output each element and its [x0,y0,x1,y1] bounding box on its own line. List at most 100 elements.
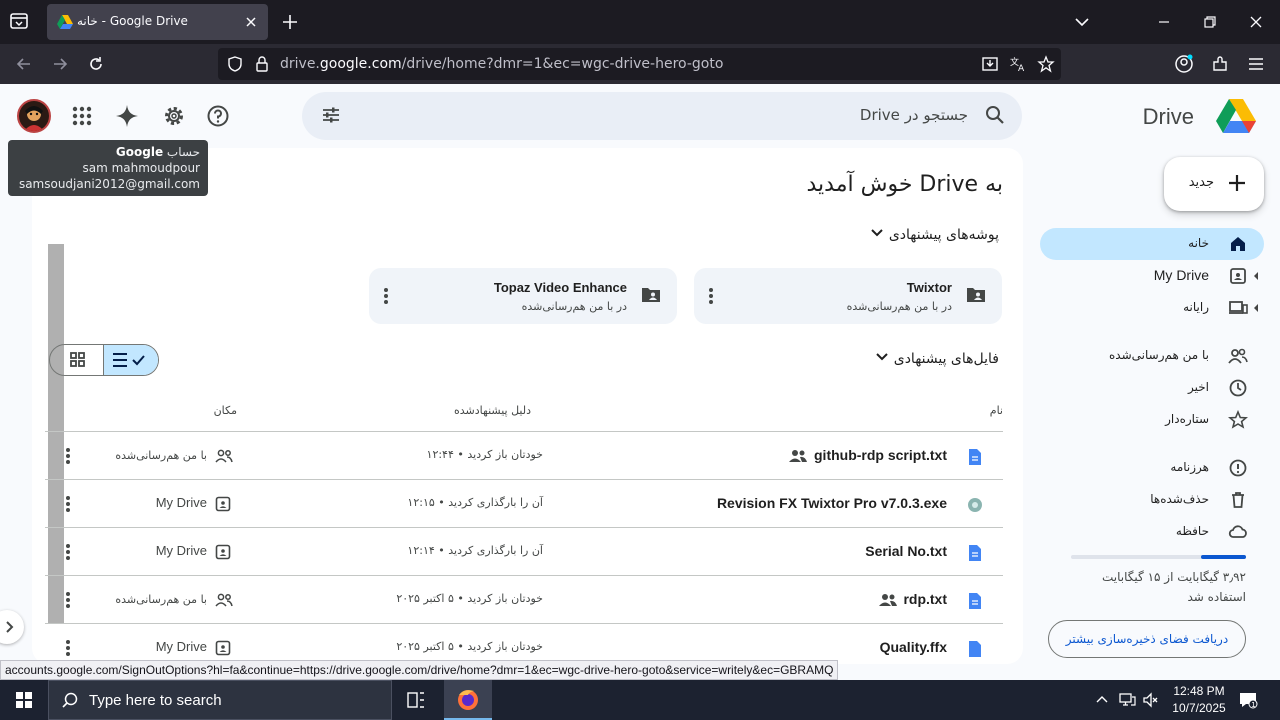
sidebar-item-label: My Drive [1153,267,1209,283]
folder-location: در با من هم‌رسانی‌شده [846,300,952,313]
chevron-down-icon[interactable] [870,226,884,244]
lock-icon[interactable] [254,55,270,77]
search-icon[interactable] [984,104,1006,130]
search-input[interactable]: جستجو در Drive [860,106,968,124]
file-location[interactable]: My Drive [156,495,207,510]
avatar[interactable] [17,99,51,133]
more-vert-icon[interactable] [706,286,716,310]
new-button-label: جدید [1188,175,1214,190]
chevron-down-icon[interactable] [875,350,889,368]
file-name: Revision FX Twixtor Pro v7.0.3.exe [716,495,947,511]
list-view-icon[interactable] [103,345,158,375]
menu-icon[interactable] [1246,54,1266,78]
suggested-files-title: فایل‌های پیشنهادی [893,351,999,367]
apps-grid-icon[interactable] [70,104,94,128]
windows-start-icon[interactable] [0,680,48,720]
new-tab-icon[interactable] [280,12,300,36]
file-location[interactable]: با من هم‌رسانی‌شده [115,593,207,606]
search-options-icon[interactable] [320,104,342,130]
new-button[interactable]: جدید [1164,157,1264,211]
sidebar-item-starred[interactable]: ستاره‌دار [1040,404,1264,436]
taskbar-clock[interactable]: 12:48 PM 10/7/2025 [1164,683,1234,717]
close-window-icon[interactable] [1246,12,1266,36]
my-drive-icon [215,640,231,660]
help-icon[interactable] [206,104,230,128]
table-row[interactable]: github-rdp script.txt خودتان باز کردید •… [45,432,1003,480]
folder-card[interactable]: Twixtor در با من هم‌رسانی‌شده [694,268,1002,324]
sidebar-item-trash[interactable]: حذف‌شده‌ها [1040,484,1264,516]
more-vert-icon[interactable] [381,286,391,310]
more-vert-icon[interactable] [63,542,73,566]
chevron-up-icon[interactable] [1094,691,1110,711]
table-row[interactable]: rdp.txt خودتان باز کردید • ۵ اکتبر ۲۰۲۵ … [45,576,1003,624]
reload-icon[interactable] [86,54,106,78]
expand-side-panel-button[interactable] [0,610,24,644]
restore-icon[interactable] [1200,12,1220,36]
view-toggle[interactable] [49,344,159,376]
translate-icon[interactable]: 文A [1009,55,1027,77]
volume-muted-icon[interactable] [1142,691,1160,713]
firefox-taskbar-icon[interactable] [444,680,492,720]
expand-arrow-icon[interactable] [1254,304,1258,312]
plus-icon [1226,172,1248,198]
text-file-icon [967,544,983,566]
shared-people-icon [879,592,897,611]
folder-card[interactable]: Topaz Video Enhance در با من هم‌رسانی‌شد… [369,268,677,324]
suggested-files-header[interactable]: فایل‌های پیشنهادی [867,350,999,368]
file-location[interactable]: My Drive [156,543,207,558]
settings-gear-icon[interactable] [162,104,186,128]
taskbar-search-input[interactable]: Type here to search [48,680,392,720]
tooltip-label: حساب [166,145,200,159]
search-bar[interactable]: جستجو در Drive [302,92,1022,140]
sidebar-item-label: حذف‌شده‌ها [1150,492,1209,506]
gemini-sparkle-icon[interactable] [115,104,139,128]
tab-list-icon[interactable] [8,10,32,34]
url-text[interactable]: drive.google.com/drive/home?dmr=1&ec=wgc… [280,56,723,72]
more-vert-icon[interactable] [63,590,73,614]
recent-icon [1228,378,1248,398]
sidebar-item-recent[interactable]: اخیر [1040,372,1264,404]
browser-tab[interactable]: خانه - Google Drive [47,4,268,40]
more-vert-icon[interactable] [63,446,73,470]
chevron-down-icon[interactable] [1072,12,1092,36]
back-icon[interactable] [14,54,34,78]
folder-name: Twixtor [906,280,952,295]
get-more-storage-button[interactable]: دریافت فضای ذخیره‌سازی بیشتر [1048,620,1246,658]
account-icon[interactable] [1174,54,1194,78]
table-row[interactable]: Serial No.txt آن را بارگذاری کردید • ۱۲:… [45,528,1003,576]
suggested-folders-header[interactable]: پوشه‌های پیشنهادی [862,226,999,244]
more-vert-icon[interactable] [63,494,73,518]
close-tab-icon[interactable] [242,13,260,31]
extensions-icon[interactable] [1210,54,1230,78]
more-vert-icon[interactable] [63,638,73,662]
expand-arrow-icon[interactable] [1254,272,1258,280]
network-icon[interactable] [1118,691,1136,713]
table-row[interactable]: Revision FX Twixtor Pro v7.0.3.exe آن را… [45,480,1003,528]
sidebar-item-my-drive[interactable]: My Drive [1040,260,1264,292]
sidebar-item-storage[interactable]: حافظه [1040,516,1264,548]
grid-view-icon[interactable] [50,345,105,375]
sidebar-item-computers[interactable]: رایانه [1040,292,1264,324]
shield-icon[interactable] [226,55,244,77]
url-bar[interactable]: drive.google.com/drive/home?dmr=1&ec=wgc… [218,48,1061,80]
table-row[interactable]: Quality.ffx خودتان باز کردید • ۵ اکتبر ۲… [45,624,1003,664]
file-location[interactable]: My Drive [156,639,207,654]
storage-text: ۳٫۹۲ گیگابایت از ۱۵ گیگابایت [1102,570,1246,584]
sidebar-item-home[interactable]: خانه [1040,228,1264,260]
column-header-name[interactable]: نام [990,404,1003,417]
file-name: Serial No.txt [865,543,947,559]
sidebar-item-shared[interactable]: با من هم‌رسانی‌شده [1040,340,1264,372]
task-view-icon[interactable] [404,688,428,716]
bookmark-star-icon[interactable] [1037,55,1055,77]
sidebar-item-spam[interactable]: هرزنامه [1040,452,1264,484]
my-drive-icon [215,496,231,516]
notifications-icon[interactable]: 1 [1238,690,1258,714]
sidebar-item-label: ستاره‌دار [1165,412,1209,426]
file-location[interactable]: با من هم‌رسانی‌شده [115,449,207,462]
page-title: به Drive خوش آمدید [806,172,1004,197]
forward-icon[interactable] [50,54,70,78]
drive-brand[interactable]: Drive [1136,98,1256,138]
shared-folder-icon [641,286,661,308]
download-page-icon[interactable] [981,55,999,77]
minimize-icon[interactable] [1154,12,1174,36]
